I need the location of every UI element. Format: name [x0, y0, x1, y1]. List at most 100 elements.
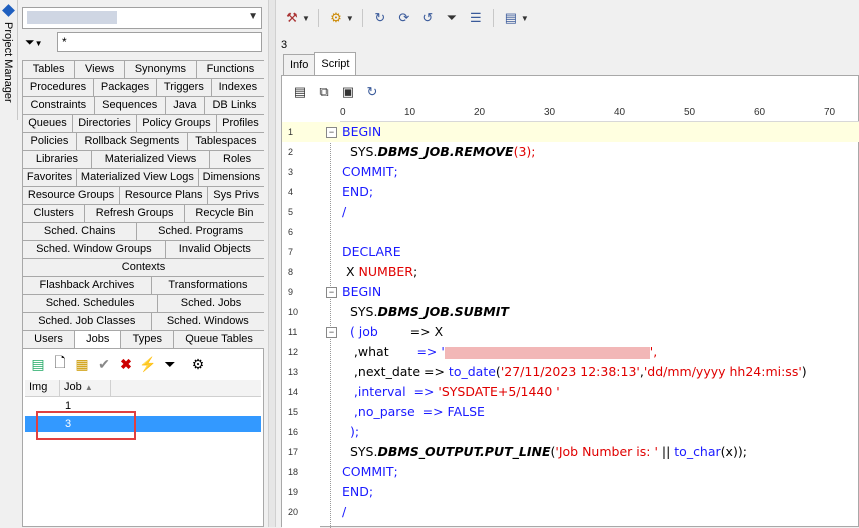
copy-icon[interactable]: ⧉ — [312, 81, 336, 103]
new-icon[interactable]: 🗋 — [49, 353, 71, 375]
filter-input[interactable]: * — [57, 32, 262, 52]
code-line[interactable]: 11 − ( job => X — [282, 322, 859, 342]
tab-script[interactable]: Script — [314, 52, 357, 75]
list-icon[interactable]: ☰ — [464, 7, 488, 29]
refresh-all-icon[interactable]: ⟳ — [392, 7, 416, 29]
delete-icon[interactable]: ✖ — [115, 353, 137, 375]
tab-sched-jobs[interactable]: Sched. Jobs — [157, 294, 265, 312]
tab-sched-job-classes[interactable]: Sched. Job Classes — [22, 312, 152, 330]
code-line[interactable]: 5/ — [282, 202, 859, 222]
chevron-down-icon[interactable]: ▼ — [302, 14, 310, 23]
tab-favorites[interactable]: Favorites — [22, 168, 78, 186]
project-manager-label[interactable]: Project Manager — [2, 22, 14, 103]
tab-indexes[interactable]: Indexes — [210, 78, 265, 96]
code-line[interactable]: 3 COMMIT; — [282, 162, 859, 182]
tab-users[interactable]: Users — [22, 330, 75, 348]
tab-functions[interactable]: Functions — [195, 60, 266, 78]
tab-flashback-archives[interactable]: Flashback Archives — [22, 276, 152, 294]
fold-toggle-icon[interactable]: − — [326, 327, 337, 338]
tab-policy-groups[interactable]: Policy Groups — [135, 114, 217, 132]
edit-icon[interactable]: ▤ — [27, 353, 49, 375]
tab-packages[interactable]: Packages — [93, 78, 158, 96]
column-header-img[interactable]: Img — [25, 380, 60, 396]
code-line[interactable]: 9 − BEGIN — [282, 282, 859, 302]
tab-java[interactable]: Java — [164, 96, 205, 114]
panel-splitter[interactable] — [264, 0, 278, 527]
options-icon[interactable]: ▤ — [499, 7, 523, 29]
code-line[interactable]: 7 DECLARE — [282, 242, 859, 262]
tab-clusters[interactable]: Clusters — [22, 204, 86, 222]
link-icon[interactable]: ⚙ — [187, 353, 209, 375]
code-line[interactable]: 8 X NUMBER; — [282, 262, 859, 282]
tab-sequences[interactable]: Sequences — [93, 96, 166, 114]
filter-icon[interactable]: ⏷ — [440, 7, 464, 29]
tab-tablespaces[interactable]: Tablespaces — [186, 132, 265, 150]
chevron-down-icon[interactable]: ▼ — [521, 14, 529, 23]
tab-contexts[interactable]: Contexts — [22, 258, 265, 276]
code-line[interactable]: 10 SYS.DBMS_JOB.SUBMIT — [282, 302, 859, 322]
refresh-icon[interactable]: ↻ — [360, 81, 384, 103]
tab-triggers[interactable]: Triggers — [156, 78, 212, 96]
run-icon[interactable]: ⚡ — [137, 353, 159, 375]
tab-queue-tables[interactable]: Queue Tables — [173, 330, 266, 348]
tab-materialized-view-logs[interactable]: Materialized View Logs — [76, 168, 199, 186]
tab-db-links[interactable]: DB Links — [203, 96, 266, 114]
tab-sched-chains[interactable]: Sched. Chains — [22, 222, 138, 240]
tab-types[interactable]: Types — [120, 330, 175, 348]
tab-roles[interactable]: Roles — [209, 150, 265, 168]
code-line[interactable]: 2 SYS.DBMS_JOB.REMOVE(3); — [282, 142, 859, 162]
tab-profiles[interactable]: Profiles — [215, 114, 266, 132]
tab-policies[interactable]: Policies — [22, 132, 77, 150]
code-line[interactable]: 12 ,what => ' ', — [282, 342, 859, 362]
tab-sched-window-groups[interactable]: Sched. Window Groups — [22, 240, 166, 258]
tab-directories[interactable]: Directories — [71, 114, 137, 132]
tab-sched-schedules[interactable]: Sched. Schedules — [22, 294, 159, 312]
tab-rollback-segments[interactable]: Rollback Segments — [75, 132, 188, 150]
code-line[interactable]: 18 COMMIT; — [282, 462, 859, 482]
tab-resource-groups[interactable]: Resource Groups — [22, 186, 120, 204]
tab-resource-plans[interactable]: Resource Plans — [118, 186, 209, 204]
filter-button[interactable]: ⏷▼ — [22, 32, 54, 52]
code-line[interactable]: 20 / — [282, 502, 859, 522]
fold-toggle-icon[interactable]: − — [326, 287, 337, 298]
gear-tool-icon[interactable]: ⚒ — [280, 7, 304, 29]
send-to-editor-icon[interactable]: ▤ — [288, 81, 312, 103]
refresh-tree-icon[interactable]: ↺ — [416, 7, 440, 29]
code-line[interactable]: 13 ,next_date => to_date('27/11/2023 12:… — [282, 362, 859, 382]
code-line[interactable]: 14 ,interval => 'SYSDATE+5/1440 ' — [282, 382, 859, 402]
tab-materialized-views[interactable]: Materialized Views — [90, 150, 211, 168]
check-icon[interactable]: ✔ — [93, 353, 115, 375]
filter-icon[interactable]: ⏷ — [159, 353, 181, 375]
tab-info[interactable]: Info — [283, 54, 316, 76]
code-line[interactable]: 16 ); — [282, 422, 859, 442]
compile-icon[interactable]: ⚙ — [324, 7, 348, 29]
code-line[interactable]: 1 − BEGIN — [282, 122, 859, 142]
code-line[interactable]: 6 — [282, 222, 859, 242]
tab-libraries[interactable]: Libraries — [22, 150, 92, 168]
tab-refresh-groups[interactable]: Refresh Groups — [84, 204, 185, 222]
tab-invalid-objects[interactable]: Invalid Objects — [164, 240, 265, 258]
open-icon[interactable]: ▦ — [71, 353, 93, 375]
tab-views[interactable]: Views — [74, 60, 125, 78]
tab-recycle-bin[interactable]: Recycle Bin — [183, 204, 265, 222]
tab-procedures[interactable]: Procedures — [22, 78, 94, 96]
project-manager-strip[interactable]: Project Manager — [0, 0, 18, 120]
tab-dimensions[interactable]: Dimensions — [197, 168, 265, 186]
tab-transformations[interactable]: Transformations — [150, 276, 266, 294]
chevron-down-icon[interactable]: ▼ — [248, 11, 258, 22]
code-line[interactable]: 19 END; — [282, 482, 859, 502]
fold-toggle-icon[interactable]: − — [326, 127, 337, 138]
code-line[interactable]: 15 ,no_parse => FALSE — [282, 402, 859, 422]
refresh-icon[interactable]: ↻ — [368, 7, 392, 29]
column-header-job[interactable]: Job ▲ — [60, 380, 111, 396]
schema-select[interactable]: ▼ — [22, 7, 262, 29]
tab-jobs[interactable]: Jobs — [73, 330, 122, 348]
save-icon[interactable]: ▣ — [336, 81, 360, 103]
code-line[interactable]: 17 SYS.DBMS_OUTPUT.PUT_LINE('Job Number … — [282, 442, 859, 462]
tab-tables[interactable]: Tables — [22, 60, 76, 78]
tab-sched-programs[interactable]: Sched. Programs — [136, 222, 265, 240]
chevron-down-icon[interactable]: ▼ — [346, 14, 354, 23]
tab-sys-privs[interactable]: Sys Privs — [207, 186, 266, 204]
tab-sched-windows[interactable]: Sched. Windows — [150, 312, 265, 330]
tab-constraints[interactable]: Constraints — [22, 96, 95, 114]
